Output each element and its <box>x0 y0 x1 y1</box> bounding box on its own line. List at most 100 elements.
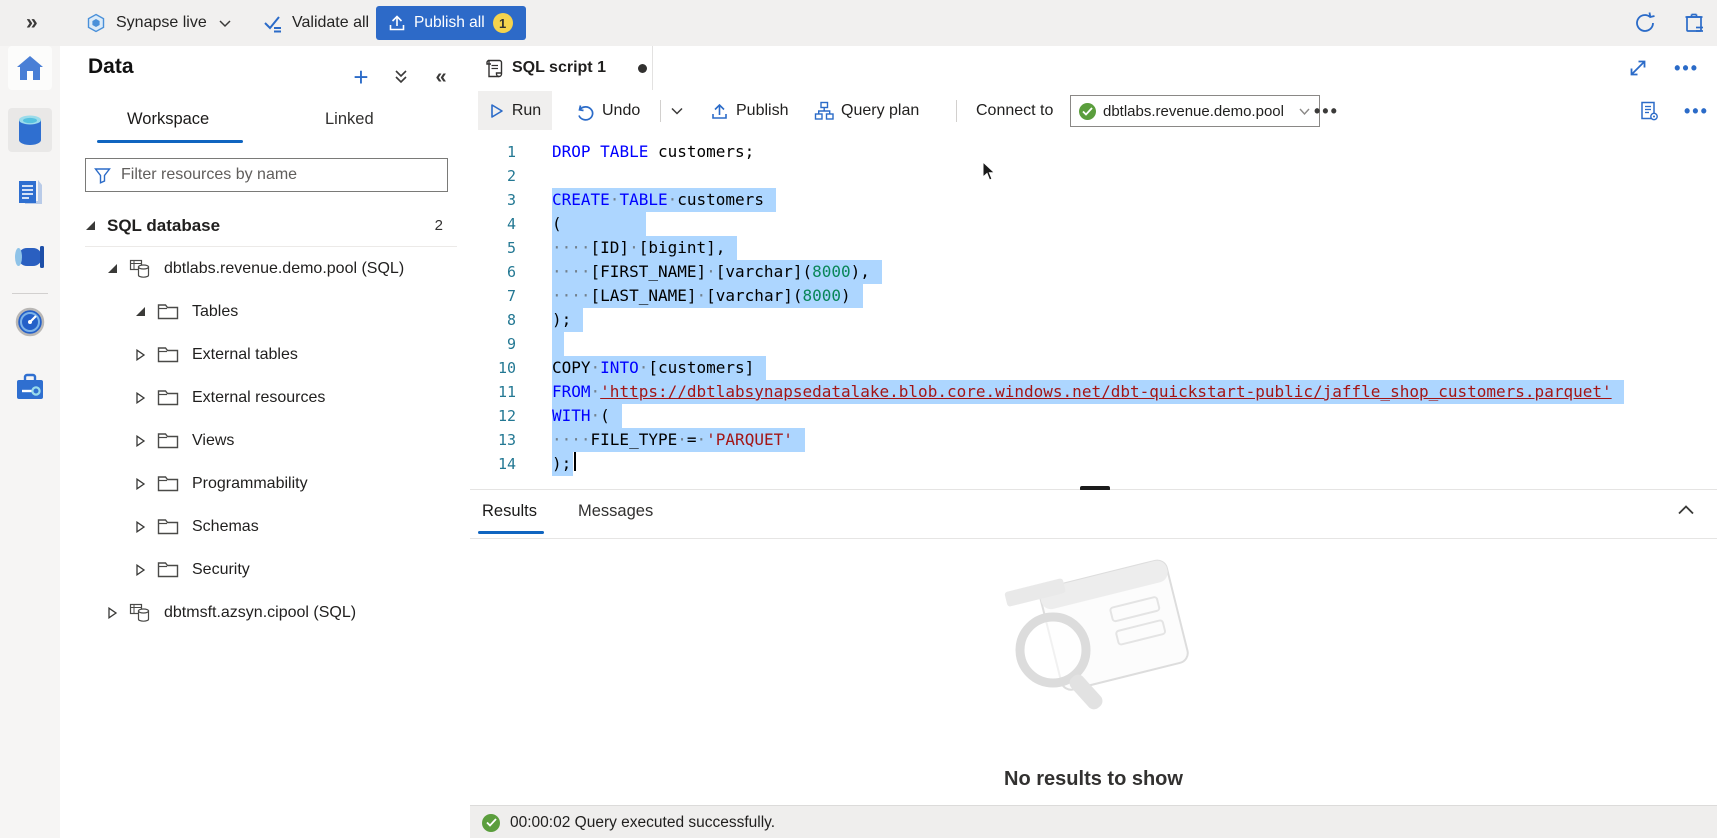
expander-expanded-icon[interactable] <box>135 306 147 318</box>
tree-row-views[interactable]: Views <box>85 419 457 462</box>
add-resource-button[interactable]: + <box>348 64 374 90</box>
toolbar-more-ellipsis[interactable]: ••• <box>1684 90 1709 132</box>
data-explorer-panel: Data + « Workspace Linked <box>60 46 471 805</box>
code-line: 2 <box>470 164 1717 188</box>
expander-collapsed-icon[interactable] <box>135 521 147 533</box>
sql-code-editor[interactable]: 1DROP TABLE customers; 2 3CREATE·TABLE·c… <box>470 130 1717 500</box>
expander-expanded-icon[interactable] <box>85 220 97 232</box>
script-properties-button[interactable] <box>1638 90 1660 132</box>
toolbar-overflow-ellipsis[interactable]: ••• <box>1314 90 1339 132</box>
success-check-icon <box>482 814 500 832</box>
rail-item-develop[interactable] <box>8 171 52 215</box>
run-label: Run <box>512 102 541 120</box>
environment-switcher[interactable]: Synapse live <box>86 0 207 46</box>
ellipsis-icon: ••• <box>1314 106 1339 116</box>
data-panel-tabs: Workspace Linked <box>60 104 470 144</box>
tree-label: dbtlabs.revenue.demo.pool (SQL) <box>164 260 404 278</box>
publish-all-button[interactable]: Publish all 1 <box>376 6 526 40</box>
rail-item-monitor[interactable] <box>8 300 52 344</box>
expander-collapsed-icon[interactable] <box>135 564 147 576</box>
expander-collapsed-icon[interactable] <box>135 392 147 404</box>
tree-row-external-resources[interactable]: External resources <box>85 376 457 419</box>
tree-row-tables[interactable]: Tables <box>85 290 457 333</box>
connect-to-dropdown[interactable]: dbtlabs.revenue.demo.pool <box>1070 95 1320 127</box>
tab-linked[interactable]: Linked <box>325 110 374 129</box>
tab-sql-script-1[interactable]: SQL script 1 <box>470 46 653 90</box>
expander-collapsed-icon[interactable] <box>135 349 147 361</box>
rail-item-home[interactable] <box>8 46 52 90</box>
tree-row-pool-dbtlabs[interactable]: dbtlabs.revenue.demo.pool (SQL) <box>85 247 457 290</box>
code-line: 3CREATE·TABLE·customers <box>470 188 1717 212</box>
run-button[interactable]: Run <box>478 91 552 131</box>
collapse-pane-button[interactable]: « <box>428 64 454 90</box>
tree-row-external-tables[interactable]: External tables <box>85 333 457 376</box>
validate-all-button[interactable]: Validate all <box>262 0 369 46</box>
rail-item-manage[interactable] <box>8 365 52 409</box>
tree-row-schemas[interactable]: Schemas <box>85 505 457 548</box>
tree-label: Security <box>192 561 250 579</box>
tab-workspace[interactable]: Workspace <box>127 110 209 129</box>
text-cursor <box>574 452 576 471</box>
folder-icon <box>157 518 179 535</box>
publish-upload-icon <box>710 102 729 121</box>
folder-icon <box>157 561 179 578</box>
publish-button[interactable]: Publish <box>710 90 788 132</box>
publish-upload-icon <box>388 14 406 32</box>
collapse-all-button[interactable] <box>388 64 414 90</box>
filter-input[interactable] <box>119 165 403 185</box>
manage-icon <box>14 372 46 402</box>
folder-icon <box>157 346 179 363</box>
double-chevron-right-icon: » <box>26 11 36 35</box>
active-tab-underline <box>478 531 544 534</box>
properties-icon <box>1638 100 1660 122</box>
code-line: 14); <box>470 452 1717 476</box>
folder-icon <box>157 475 179 492</box>
empty-results-title: No results to show <box>470 768 1717 791</box>
toolbar-separator <box>660 100 661 122</box>
active-tab-underline <box>97 140 243 143</box>
folder-icon <box>157 303 179 320</box>
code-line: 11FROM·'https://dbtlabsynapsedatalake.bl… <box>470 380 1717 404</box>
expand-editor-icon[interactable] <box>1628 58 1648 78</box>
sql-pool-icon <box>129 259 151 279</box>
undo-icon <box>576 102 595 121</box>
tree-row-sql-database[interactable]: SQL database 2 <box>85 204 457 247</box>
run-options-chevron[interactable] <box>670 90 684 132</box>
code-line: 1DROP TABLE customers; <box>470 140 1717 164</box>
expander-collapsed-icon[interactable] <box>135 478 147 490</box>
chevron-down-icon <box>218 16 232 30</box>
tab-results[interactable]: Results <box>482 502 537 521</box>
expand-menu-button[interactable]: » <box>26 0 36 46</box>
tree-row-programmability[interactable]: Programmability <box>85 462 457 505</box>
expander-collapsed-icon[interactable] <box>107 607 119 619</box>
expander-collapsed-icon[interactable] <box>135 435 147 447</box>
discard-all-button[interactable] <box>1682 0 1708 46</box>
tree-count-badge: 2 <box>435 217 443 234</box>
rail-item-integrate[interactable] <box>8 235 52 279</box>
environment-chevron[interactable] <box>218 0 232 46</box>
plus-icon: + <box>353 66 368 88</box>
refresh-button[interactable] <box>1632 0 1658 46</box>
tab-overflow-ellipsis[interactable]: ••• <box>1674 63 1699 73</box>
editor-area: SQL script 1 ••• Run <box>470 46 1717 838</box>
collapse-results-button[interactable] <box>1677 504 1695 516</box>
data-icon <box>15 114 45 146</box>
tab-messages[interactable]: Messages <box>578 502 653 521</box>
chevron-up-icon <box>1677 504 1695 516</box>
tree-row-pool-dbtmsft[interactable]: dbtmsft.azsyn.cipool (SQL) <box>85 591 457 634</box>
develop-icon <box>15 177 45 209</box>
publish-all-label: Publish all <box>414 14 485 32</box>
query-plan-button[interactable]: Query plan <box>814 90 919 132</box>
rail-item-data[interactable] <box>8 108 52 152</box>
undo-button[interactable]: Undo <box>576 90 640 132</box>
editor-tab-bar: SQL script 1 ••• <box>470 46 1717 91</box>
undo-label: Undo <box>602 102 640 120</box>
sql-pool-icon <box>129 603 151 623</box>
play-icon <box>489 103 505 119</box>
ellipsis-icon: ••• <box>1684 106 1709 116</box>
expander-expanded-icon[interactable] <box>107 263 119 275</box>
pool-online-check-icon <box>1079 103 1096 120</box>
monitor-icon <box>14 306 46 338</box>
tree-row-security[interactable]: Security <box>85 548 457 591</box>
tree-label: Views <box>192 432 234 450</box>
